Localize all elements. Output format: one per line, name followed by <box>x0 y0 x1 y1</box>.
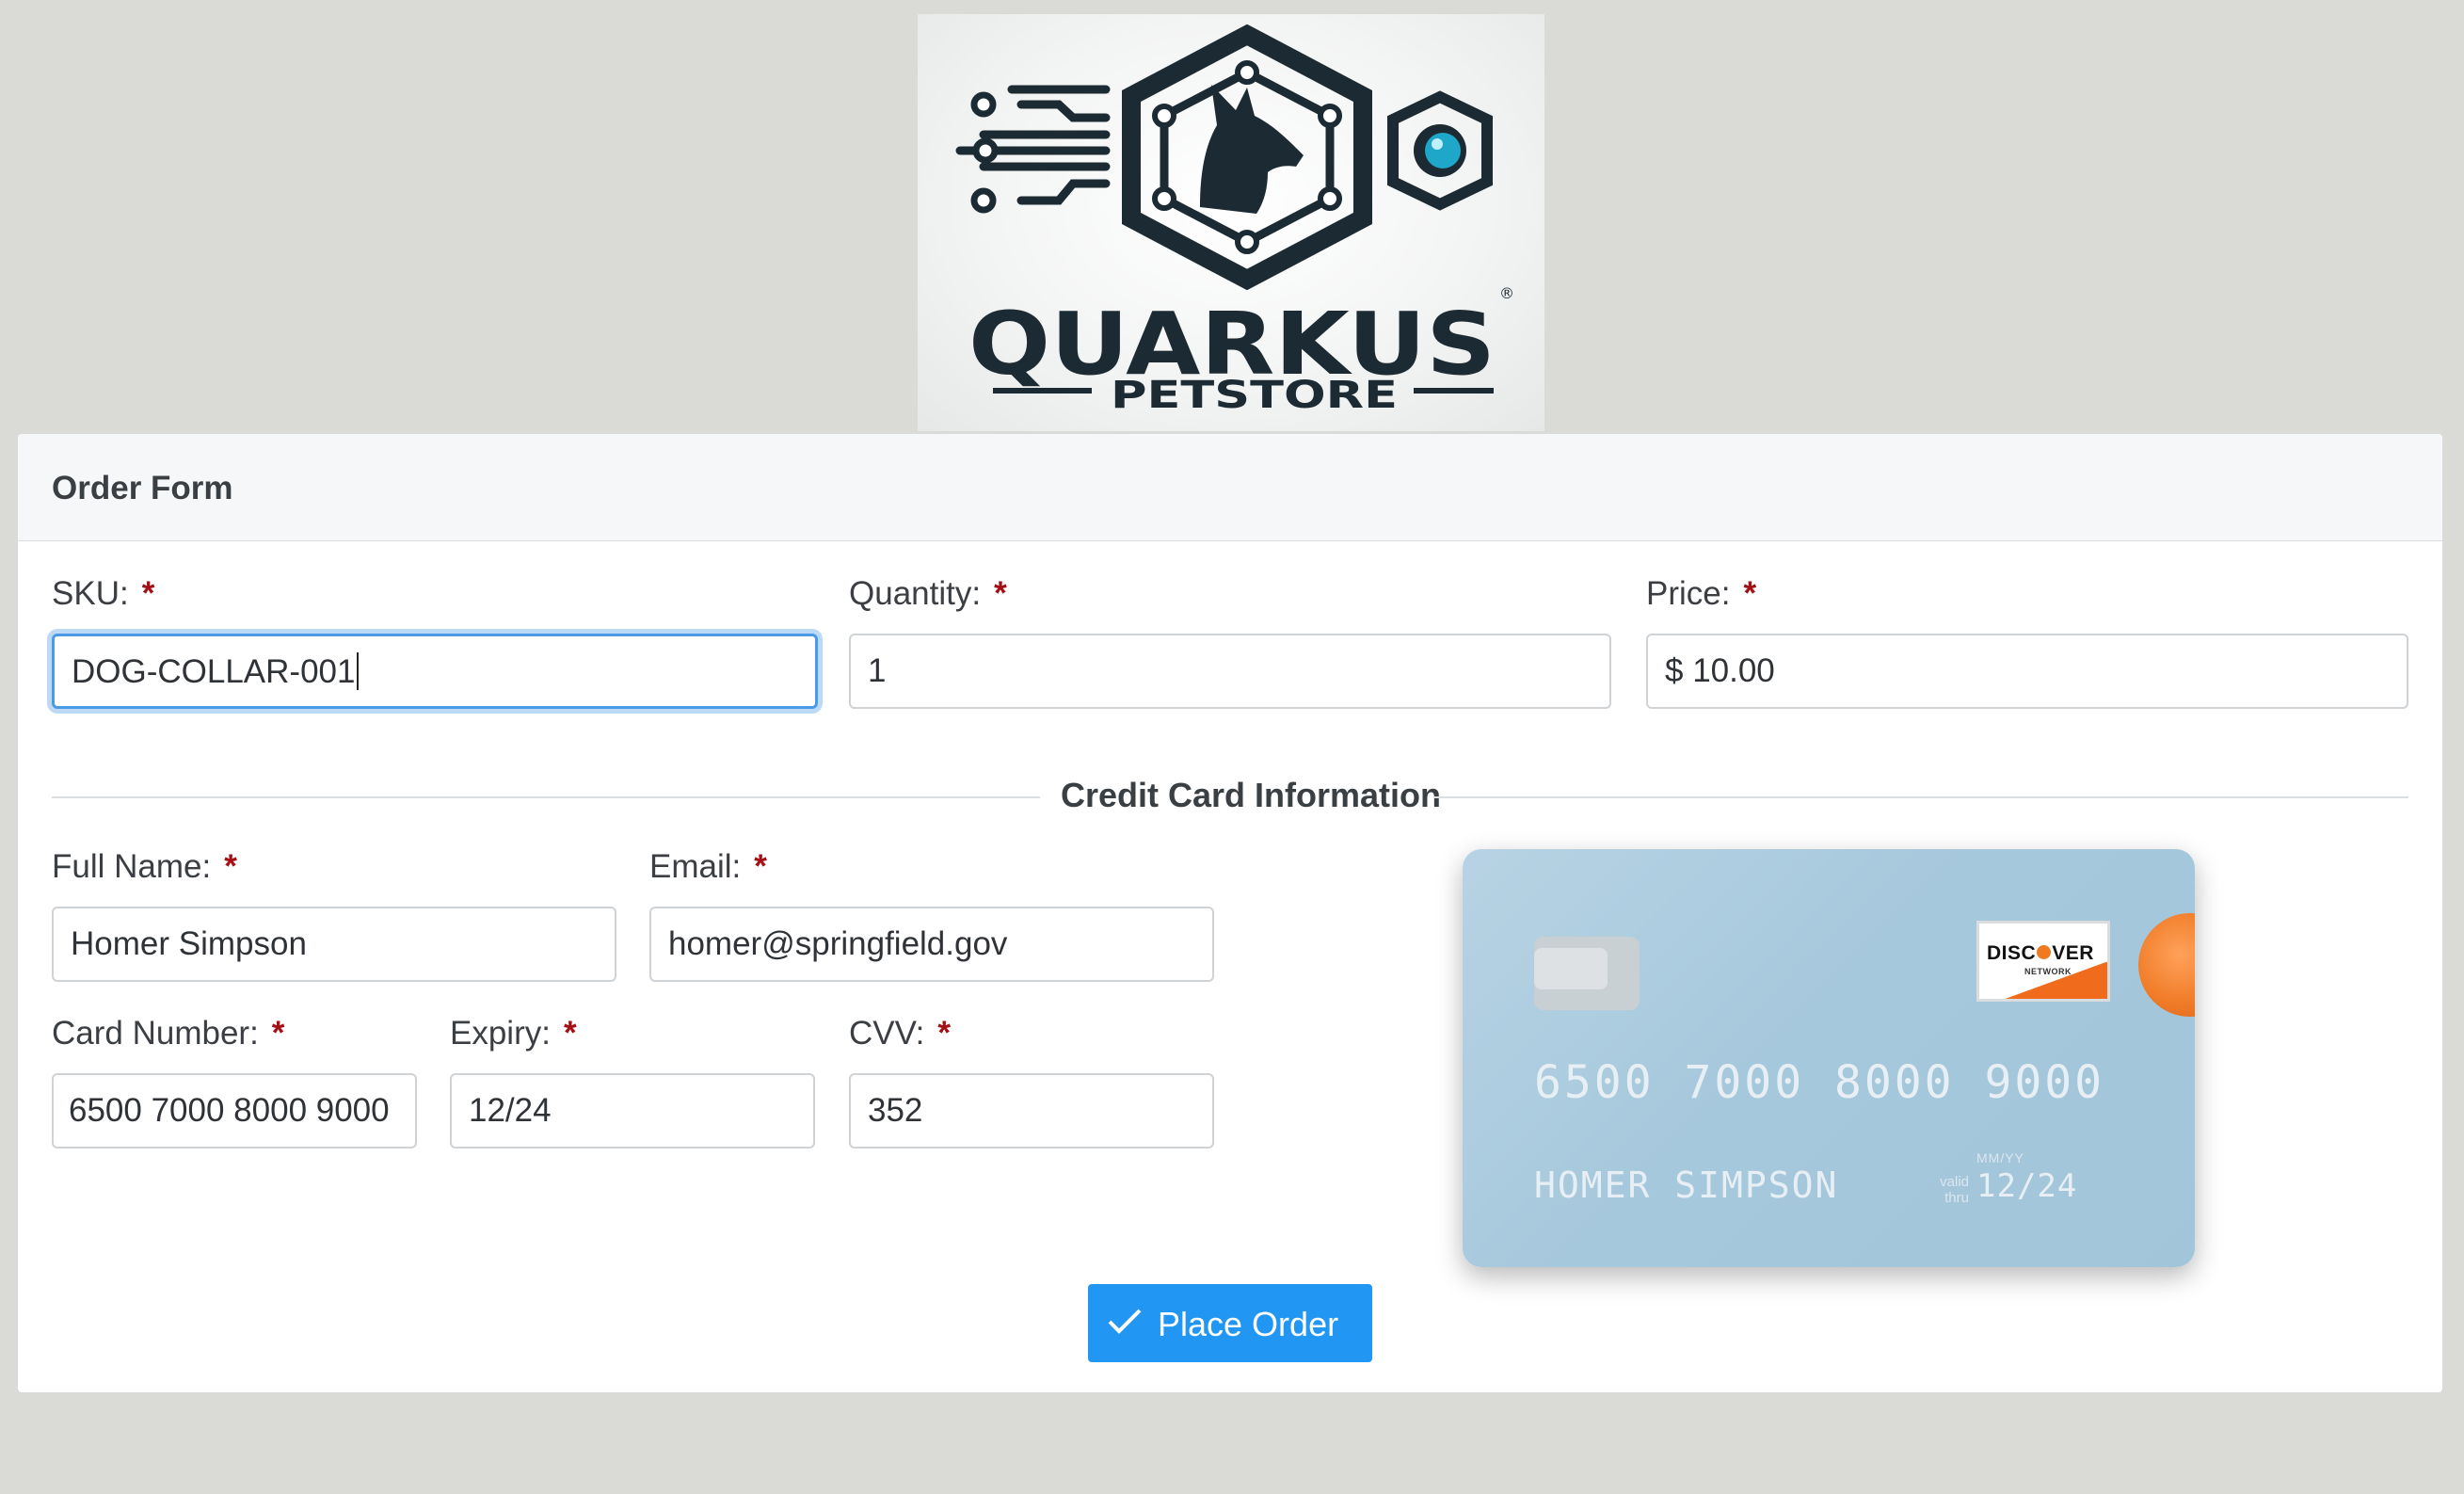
card-preview-expiry: 12/24 <box>1976 1167 2078 1205</box>
text-caret <box>357 651 360 690</box>
required-mark: * <box>224 848 237 885</box>
required-mark: * <box>563 1015 577 1052</box>
required-mark: * <box>271 1015 285 1052</box>
store-logo: QUARKUS ® PETSTORE <box>918 14 1544 431</box>
card-preview-name: HOMER SIMPSON <box>1534 1165 1839 1206</box>
required-mark: * <box>1743 575 1757 612</box>
required-mark: * <box>937 1015 952 1052</box>
panel-title: Order Form <box>52 470 233 506</box>
logo-sub-text: PETSTORE <box>1111 374 1398 417</box>
divider-left <box>52 796 1040 798</box>
email-input[interactable]: homer@springfield.gov <box>649 907 1214 982</box>
full-name-label: Full Name: * <box>52 848 237 885</box>
card-number-input[interactable]: 6500 7000 8000 9000 <box>52 1073 417 1149</box>
card-orange-disc <box>2138 913 2195 1017</box>
sku-input[interactable]: DOG-COLLAR-001 <box>52 634 818 709</box>
quantity-input[interactable]: 1 <box>849 634 1611 709</box>
quantity-label: Quantity: * <box>849 575 1007 612</box>
full-name-input[interactable]: Homer Simpson <box>52 907 616 982</box>
card-chip-icon <box>1534 937 1640 1010</box>
credit-card-section-title: Credit Card Information <box>1060 776 1441 814</box>
required-mark: * <box>994 575 1007 612</box>
place-order-label: Place Order <box>1158 1305 1339 1343</box>
logo-graphic: QUARKUS ® PETSTORE <box>955 24 1514 417</box>
card-valid-thru: valid thru <box>1940 1174 1969 1206</box>
price-input[interactable]: $ 10.00 <box>1646 634 2408 709</box>
divider-right <box>1434 796 2408 798</box>
discover-logo: DISC VER NETWORK <box>1976 921 2110 1002</box>
cvv-input[interactable]: 352 <box>849 1073 1214 1149</box>
panel-header: Order Form <box>18 434 2442 541</box>
email-label: Email: * <box>649 848 767 885</box>
required-mark: * <box>754 848 767 885</box>
expiry-input[interactable]: 12/24 <box>450 1073 815 1149</box>
check-icon <box>1108 1309 1142 1334</box>
card-expiry-format: MM/YY <box>1976 1150 2024 1165</box>
place-order-button[interactable]: Place Order <box>1088 1284 1372 1362</box>
price-label: Price: * <box>1646 575 1757 612</box>
credit-card-preview: DISC VER NETWORK 6500 7000 8000 9000 HOME… <box>1463 849 2195 1267</box>
expiry-label: Expiry: * <box>450 1015 577 1052</box>
card-preview-number: 6500 7000 8000 9000 <box>1534 1056 2105 1109</box>
required-mark: * <box>141 575 155 612</box>
cvv-label: CVV: * <box>849 1015 952 1052</box>
sku-label: SKU: * <box>52 575 155 612</box>
card-number-label: Card Number: * <box>52 1015 285 1052</box>
svg-text:®: ® <box>1499 284 1514 302</box>
